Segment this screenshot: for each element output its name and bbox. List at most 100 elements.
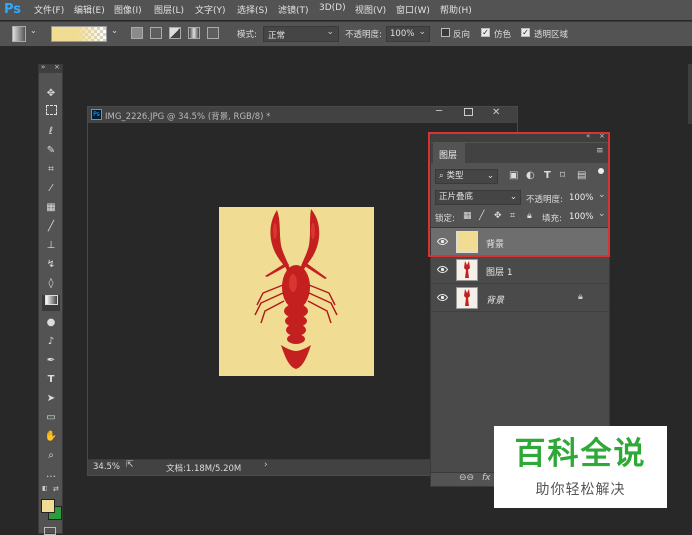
healing-brush-tool-icon[interactable]: ▦ xyxy=(42,200,60,216)
collapse-icon[interactable]: « xyxy=(586,132,590,140)
shape-filter-icon[interactable]: ⌑ xyxy=(560,170,565,181)
opacity-field[interactable]: 100% ⌄ xyxy=(386,26,430,42)
collapse-icon[interactable]: » xyxy=(41,63,45,71)
type-tool-icon[interactable]: T xyxy=(42,372,60,388)
hand-tool-icon[interactable]: ✋ xyxy=(42,429,60,445)
adjustment-filter-icon[interactable]: ◐ xyxy=(526,170,535,181)
layer-name: 背景 xyxy=(486,240,505,250)
panel-menu-icon[interactable]: ≡ xyxy=(596,146,604,156)
document-title-bar[interactable]: Ps IMG_2226.JPG @ 34.5% (背景, RGB/8) * ─ … xyxy=(88,106,517,123)
linear-gradient-button[interactable] xyxy=(131,27,143,39)
tools-panel-header[interactable]: » × xyxy=(39,63,62,73)
menu-bar: Ps 文件(F) 编辑(E) 图像(I) 图层(L) 文字(Y) 选择(S) 滤… xyxy=(0,0,692,20)
close-icon[interactable]: × xyxy=(54,63,60,71)
blur-tool-icon[interactable]: ● xyxy=(42,315,60,331)
dodge-tool-icon[interactable]: ♪ xyxy=(42,334,60,350)
default-colors-icon[interactable]: ◧ xyxy=(42,485,48,492)
maximize-icon[interactable] xyxy=(464,108,473,116)
zoom-level[interactable]: 34.5% xyxy=(93,462,120,472)
eraser-tool-icon[interactable]: ◊ xyxy=(42,276,60,292)
swap-colors-icon[interactable]: ⇄ xyxy=(53,485,59,493)
layer-row[interactable]: 背景 xyxy=(431,228,609,256)
eyedropper-tool-icon[interactable]: ⁄ xyxy=(42,181,60,197)
radial-gradient-button[interactable] xyxy=(150,27,162,39)
lock-image-icon[interactable]: ╱ xyxy=(479,211,484,221)
move-tool-icon[interactable]: ✥ xyxy=(42,86,60,102)
gradient-tool-icon[interactable] xyxy=(42,295,60,311)
foreground-color-swatch[interactable] xyxy=(41,499,55,513)
blend-mode-select[interactable]: 正片叠底 ⌄ xyxy=(435,190,521,205)
more-tools-icon[interactable]: … xyxy=(42,467,60,483)
pen-tool-icon[interactable]: ✒ xyxy=(42,353,60,369)
search-icon: ⌕ xyxy=(439,171,444,181)
menu-help[interactable]: 帮助(H) xyxy=(440,3,472,16)
tab-layers-label: 图层 xyxy=(439,151,458,161)
lock-all-icon[interactable]: 🔒︎ xyxy=(527,211,532,221)
smart-object-filter-icon[interactable]: ▤ xyxy=(577,170,586,181)
menu-edit[interactable]: 编辑(E) xyxy=(74,3,105,16)
chevron-down-icon[interactable]: ⌄ xyxy=(30,26,37,35)
visibility-eye-icon[interactable] xyxy=(436,293,449,302)
fill-value[interactable]: 100% xyxy=(569,212,593,222)
chevron-down-icon[interactable]: ⌄ xyxy=(598,190,606,200)
image-canvas[interactable] xyxy=(219,207,374,376)
visibility-eye-icon[interactable] xyxy=(436,265,449,274)
lasso-tool-icon[interactable]: ℓ xyxy=(42,124,60,140)
filter-toggle-icon[interactable] xyxy=(598,168,604,174)
crop-tool-icon[interactable]: ⌗ xyxy=(42,162,60,178)
history-brush-tool-icon[interactable]: ↯ xyxy=(42,257,60,273)
transparency-checkbox[interactable]: ✓ xyxy=(521,28,530,37)
minimize-icon[interactable]: ─ xyxy=(436,106,442,117)
gradient-tool-icon[interactable] xyxy=(12,26,26,42)
rectangle-tool-icon[interactable]: ▭ xyxy=(42,410,60,426)
watermark-title: 百科全说 xyxy=(514,436,647,472)
menu-3d[interactable]: 3D(D) xyxy=(319,3,346,13)
mode-select[interactable]: 正常 ⌄ xyxy=(263,26,339,42)
layer-row[interactable]: 图层 1 xyxy=(431,256,609,284)
link-layers-icon[interactable]: ⊖⊖ xyxy=(459,473,474,483)
menu-filter[interactable]: 滤镜(T) xyxy=(278,3,309,16)
lock-label: 锁定: xyxy=(435,214,455,224)
close-icon[interactable]: × xyxy=(599,132,605,140)
layer-style-icon[interactable]: fx xyxy=(482,473,491,483)
layers-panel-header[interactable]: « × xyxy=(431,132,609,142)
path-selection-tool-icon[interactable]: ➤ xyxy=(42,391,60,407)
menu-window[interactable]: 窗口(W) xyxy=(396,3,430,16)
layer-opacity-value[interactable]: 100% xyxy=(569,193,593,203)
watermark-subtitle: 助你轻松解决 xyxy=(535,482,626,498)
lock-artboard-icon[interactable]: ⌗ xyxy=(510,211,515,221)
lock-transparent-icon[interactable]: ▦ xyxy=(463,211,472,221)
diamond-gradient-button[interactable] xyxy=(207,27,219,39)
gradient-picker-chevron-icon[interactable]: ⌄ xyxy=(111,26,118,36)
visibility-eye-icon[interactable] xyxy=(436,237,449,246)
close-icon[interactable]: ✕ xyxy=(492,107,500,118)
menu-view[interactable]: 视图(V) xyxy=(355,3,386,16)
menu-type[interactable]: 文字(Y) xyxy=(195,3,226,16)
chevron-down-icon[interactable]: ⌄ xyxy=(598,209,606,219)
reverse-checkbox[interactable] xyxy=(441,28,450,37)
menu-file[interactable]: 文件(F) xyxy=(34,3,64,16)
menu-layer[interactable]: 图层(L) xyxy=(154,3,184,16)
zoom-tool-icon[interactable]: ⌕ xyxy=(42,448,60,464)
dither-checkbox[interactable]: ✓ xyxy=(481,28,490,37)
reflected-gradient-button[interactable] xyxy=(188,27,200,39)
export-icon[interactable]: ⇱ xyxy=(126,460,134,470)
transparency-label: 透明区域 xyxy=(534,30,569,40)
menu-image[interactable]: 图像(I) xyxy=(114,3,142,16)
status-menu-arrow-icon[interactable]: › xyxy=(264,460,268,470)
tab-layers[interactable]: 图层 xyxy=(433,143,465,163)
gradient-preview[interactable] xyxy=(51,26,107,42)
quick-select-tool-icon[interactable]: ✎ xyxy=(42,143,60,159)
type-filter-icon[interactable]: T xyxy=(544,170,551,181)
angle-gradient-button[interactable] xyxy=(169,27,181,39)
lock-icon: 🔒︎ xyxy=(578,292,583,302)
clone-stamp-tool-icon[interactable]: ⊥ xyxy=(42,238,60,254)
brush-tool-icon[interactable]: ╱ xyxy=(42,219,60,235)
marquee-tool-icon[interactable] xyxy=(42,105,60,121)
pixel-filter-icon[interactable]: ▣ xyxy=(509,170,518,181)
lock-position-icon[interactable]: ✥ xyxy=(494,211,502,221)
menu-select[interactable]: 选择(S) xyxy=(237,3,268,16)
layer-filter-select[interactable]: ⌕ 类型 ⌄ xyxy=(435,169,498,184)
chevron-down-icon: ⌄ xyxy=(326,27,334,37)
layer-row[interactable]: 背景 🔒︎ xyxy=(431,284,609,312)
